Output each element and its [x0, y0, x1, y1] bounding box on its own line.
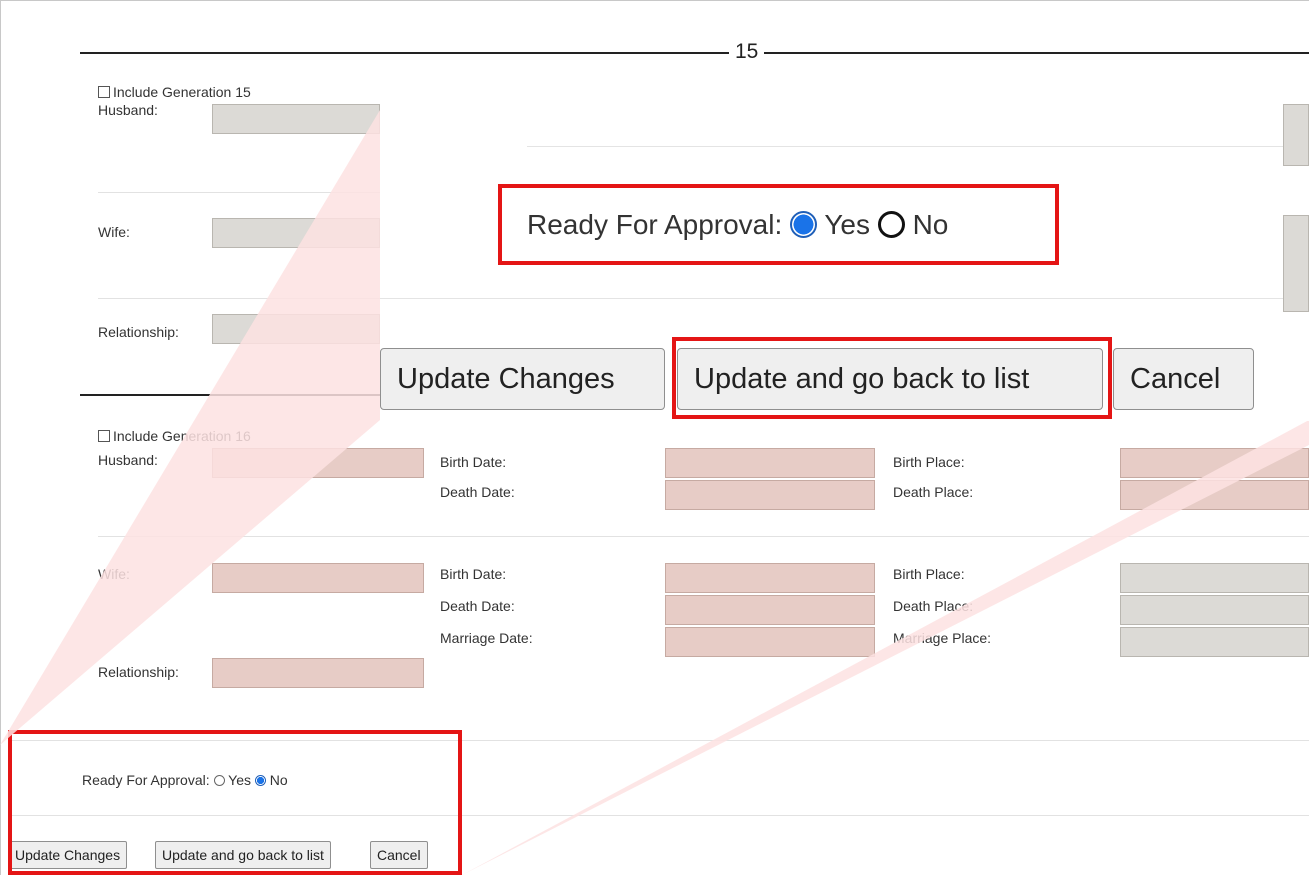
wife-input[interactable] [212, 563, 424, 593]
birth-place-input[interactable] [1120, 448, 1309, 478]
zoom-row-divider [527, 146, 1309, 147]
generation-number: 15 [729, 40, 765, 64]
death-date-input[interactable] [665, 480, 875, 510]
checkbox-icon[interactable] [98, 430, 110, 442]
husband-label: Husband: [98, 452, 158, 468]
row-divider [98, 192, 380, 193]
death-date-label: Death Date: [440, 484, 515, 500]
zoom-edge-field [1283, 104, 1309, 166]
wife-death-place-label: Death Place: [893, 598, 974, 614]
checkbox-icon[interactable] [98, 86, 110, 98]
include-generation-16-label: Include Generation 16 [113, 428, 251, 444]
highlight-box-approval [498, 184, 1059, 265]
husband-input[interactable] [212, 104, 380, 134]
husband-input[interactable] [212, 448, 424, 478]
birth-date-label: Birth Date: [440, 454, 507, 470]
death-place-input[interactable] [1120, 480, 1309, 510]
row-divider [98, 298, 380, 299]
include-generation-15-checkbox[interactable]: Include Generation 15 [98, 84, 251, 100]
wife-birth-date-label: Birth Date: [440, 566, 507, 582]
husband-label: Husband: [98, 102, 158, 118]
zoom-row-divider [380, 298, 1309, 299]
zoom-update-changes-button[interactable]: Update Changes [380, 348, 665, 410]
birth-date-input[interactable] [665, 448, 875, 478]
marriage-date-label: Marriage Date: [440, 630, 533, 646]
wife-birth-place-label: Birth Place: [893, 566, 965, 582]
marriage-place-input[interactable] [1120, 627, 1309, 657]
wife-input[interactable] [212, 218, 380, 248]
relationship-input[interactable] [212, 658, 424, 688]
wife-label: Wife: [98, 224, 130, 240]
highlight-box-bottom [8, 730, 462, 875]
zoom-edge-field [1283, 215, 1309, 312]
wife-birth-place-input[interactable] [1120, 563, 1309, 593]
birth-place-label: Birth Place: [893, 454, 965, 470]
include-generation-16-checkbox[interactable]: Include Generation 16 [98, 428, 251, 444]
wife-label: Wife: [98, 566, 130, 582]
wife-death-date-label: Death Date: [440, 598, 515, 614]
relationship-input[interactable] [212, 314, 380, 344]
wife-birth-date-input[interactable] [665, 563, 875, 593]
row-divider [98, 536, 1309, 537]
marriage-date-input[interactable] [665, 627, 875, 657]
zoom-cancel-button[interactable]: Cancel [1113, 348, 1254, 410]
relationship-label: Relationship: [98, 324, 179, 340]
highlight-box-update-back [672, 337, 1112, 419]
wife-death-place-input[interactable] [1120, 595, 1309, 625]
relationship-label: Relationship: [98, 664, 179, 680]
marriage-place-label: Marriage Place: [893, 630, 992, 646]
include-generation-15-label: Include Generation 15 [113, 84, 251, 100]
wife-death-date-input[interactable] [665, 595, 875, 625]
generation-divider [80, 394, 380, 396]
death-place-label: Death Place: [893, 484, 974, 500]
generation-divider [80, 52, 1309, 54]
